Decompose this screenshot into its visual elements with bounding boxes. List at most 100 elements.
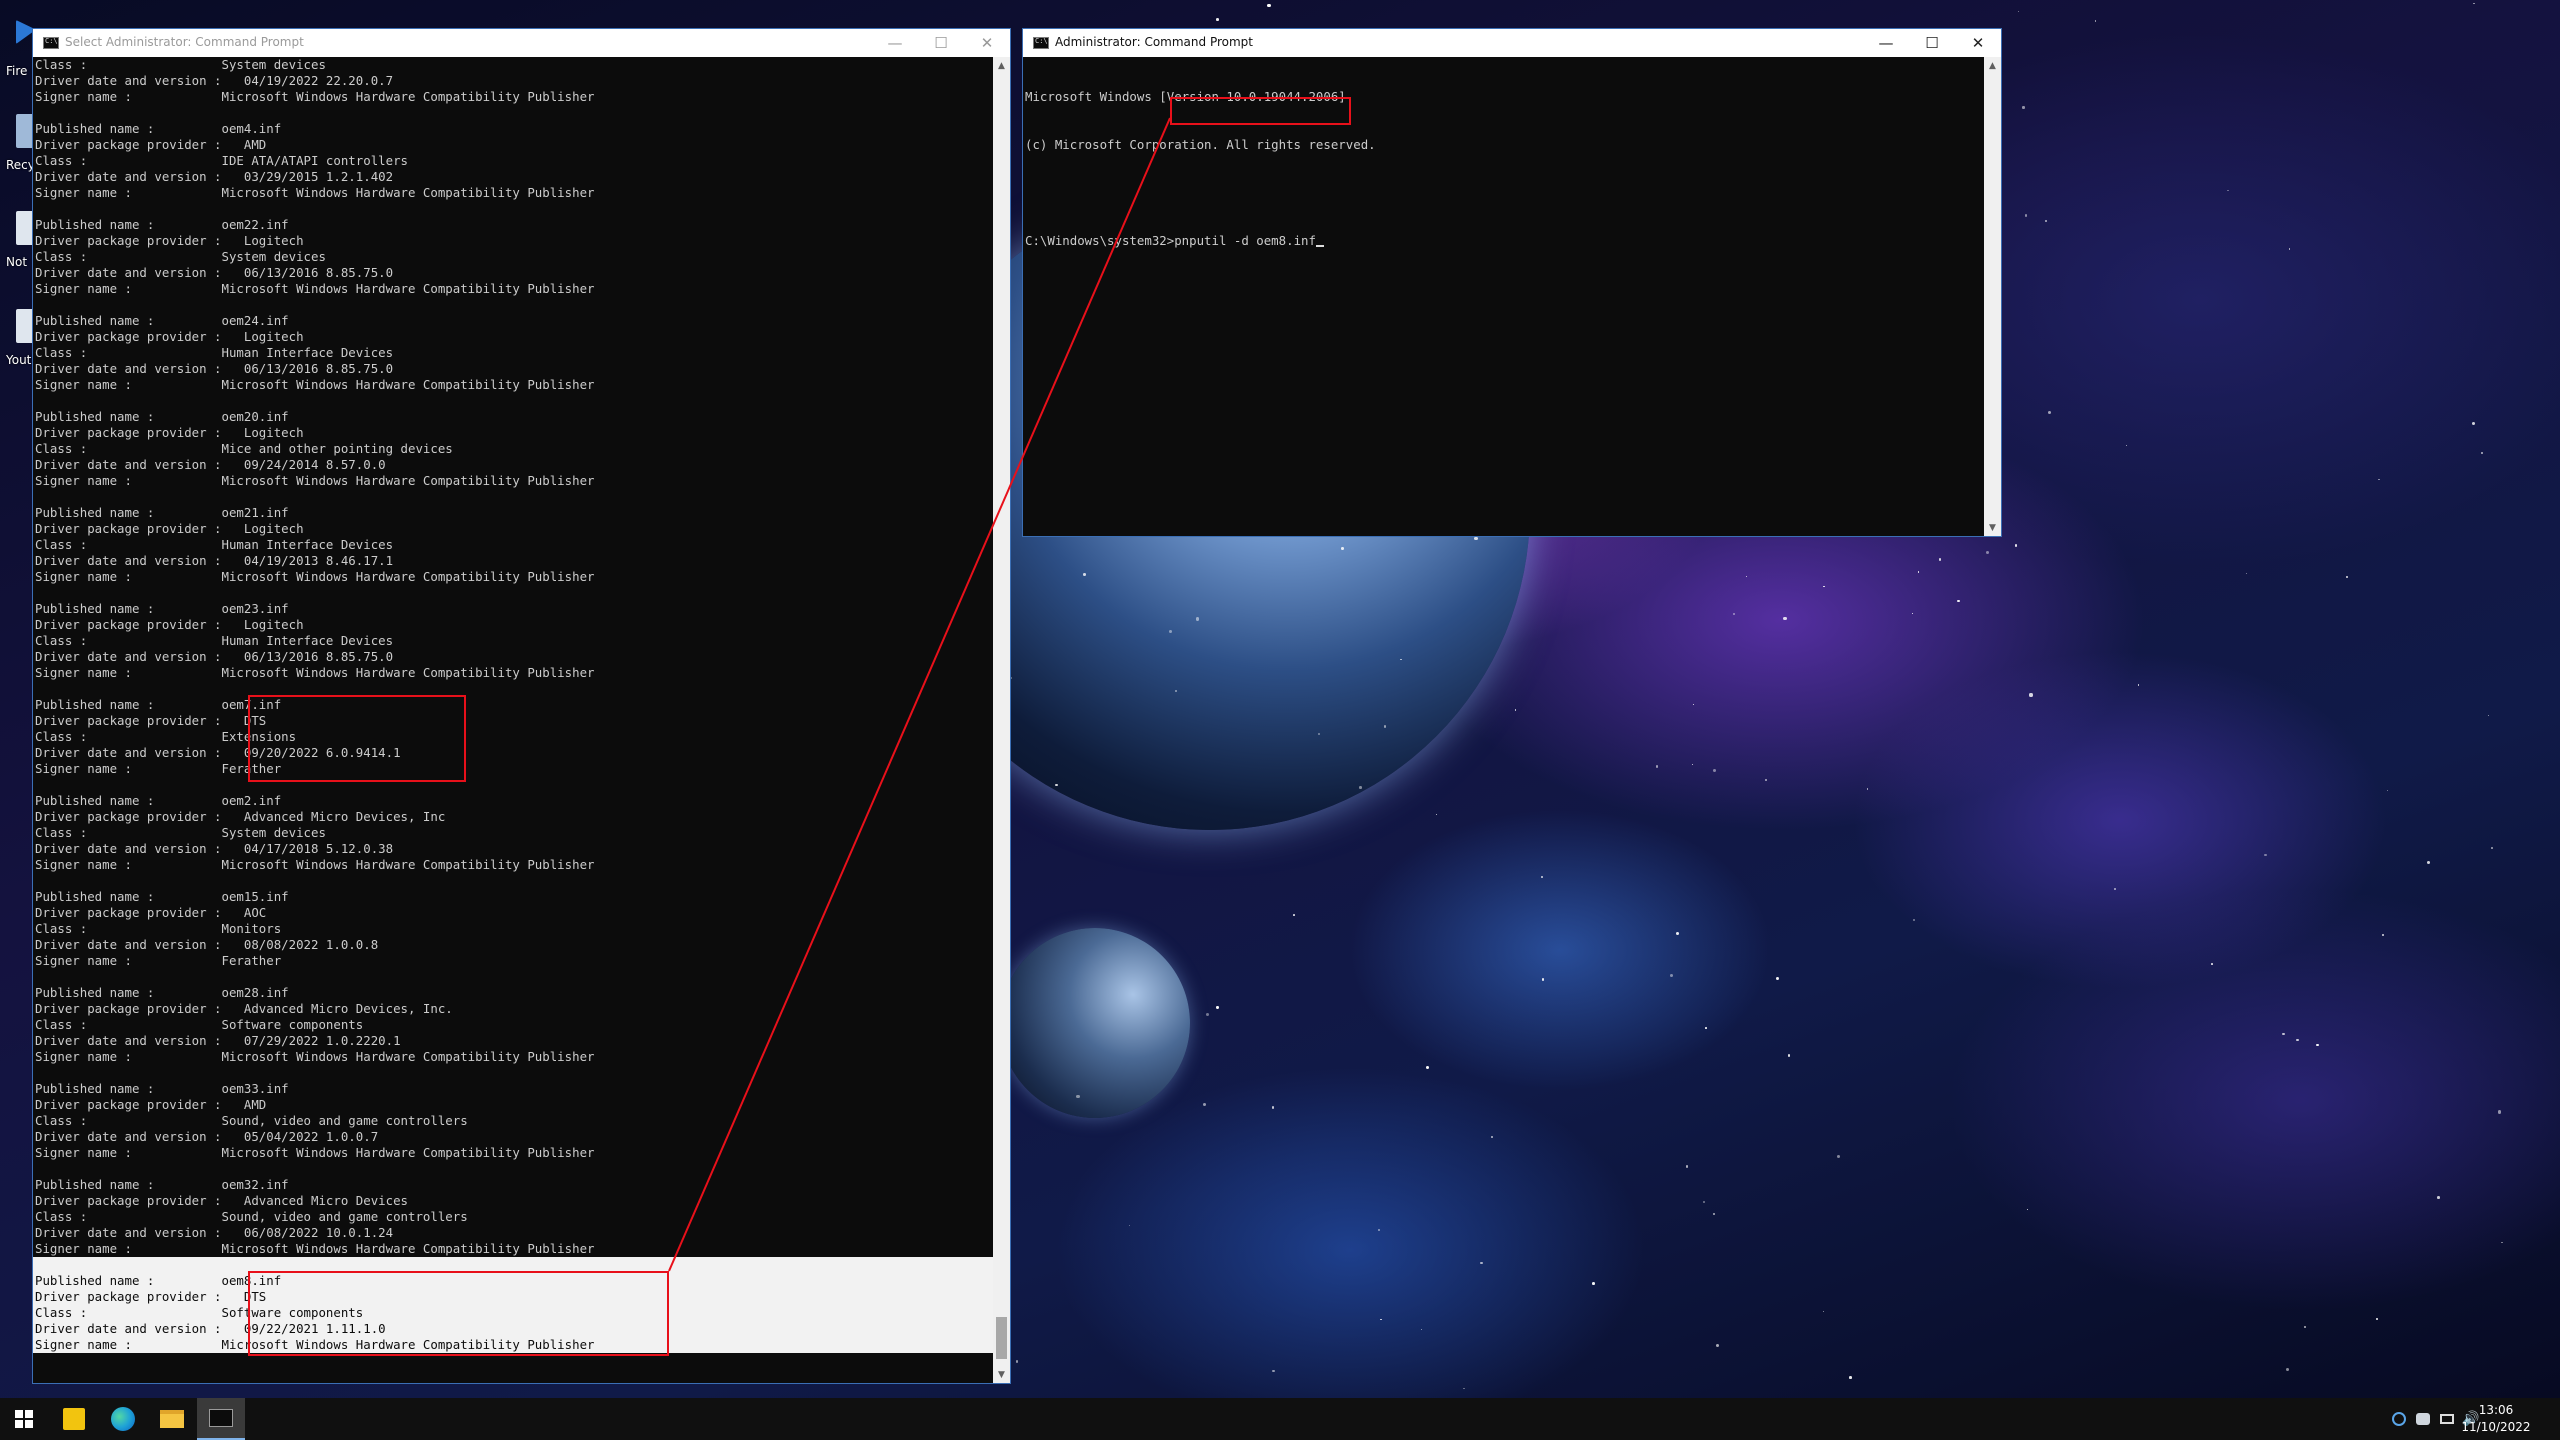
star	[1823, 1310, 1825, 1313]
console-line: Signer name : Microsoft Windows Hardware…	[35, 665, 595, 680]
tray-steam[interactable]	[2388, 1398, 2410, 1440]
taskbar-file-explorer[interactable]	[148, 1398, 196, 1440]
console-line-selected	[33, 1257, 993, 1273]
star	[1913, 918, 1916, 921]
taskbar-clock[interactable]: 13:06 11/10/2022	[2456, 1402, 2536, 1436]
star	[1787, 1054, 1791, 1057]
right-console-output[interactable]: Microsoft Windows [Version 10.0.19044.20…	[1023, 57, 1984, 536]
star	[1271, 1106, 1275, 1109]
console-line: Driver date and version : 09/24/2014 8.5…	[35, 457, 386, 472]
star	[1849, 1376, 1852, 1379]
star	[1380, 1318, 1382, 1321]
console-line: Class : Human Interface Devices	[35, 633, 394, 648]
right-window-titlebar[interactable]: Administrator: Command Prompt — ☐ ✕	[1023, 29, 2001, 57]
console-line: Driver date and version : 05/04/2022 1.0…	[35, 1129, 379, 1144]
tray-network[interactable]	[2436, 1398, 2458, 1440]
scroll-down-arrow-icon[interactable]: ▼	[993, 1366, 1010, 1383]
scroll-up-arrow-icon[interactable]: ▲	[1984, 57, 2001, 74]
star	[1705, 1027, 1707, 1029]
star	[2014, 544, 2018, 547]
star	[1216, 1006, 1219, 1009]
console-line: Driver date and version : 06/13/2016 8.8…	[35, 361, 394, 376]
minimize-button[interactable]: —	[1863, 29, 1909, 57]
console-line: Driver package provider : Advanced Micro…	[35, 1001, 453, 1016]
desktop-icon-youtube[interactable]: Yout	[0, 303, 36, 393]
right-console-scrollbar[interactable]: ▲ ▼	[1984, 57, 2001, 536]
taskbar-edge[interactable]	[99, 1398, 147, 1440]
star	[2024, 214, 2028, 217]
clock-date: 11/10/2022	[2461, 1420, 2531, 1434]
star	[1676, 932, 1680, 936]
star	[2026, 1208, 2029, 1211]
console-line: Driver package provider : AMD	[35, 1097, 267, 1112]
star	[1541, 978, 1545, 981]
star	[1015, 1360, 1019, 1363]
desktop-icon-label: Fire	[6, 64, 28, 78]
left-command-prompt-window[interactable]: Select Administrator: Command Prompt — ☐…	[32, 28, 1011, 1384]
star	[2427, 860, 2431, 864]
console-line: Published name : oem20.inf	[35, 409, 289, 424]
scroll-thumb[interactable]	[996, 1317, 1007, 1359]
desktop-icon-firefox[interactable]: Fire	[0, 14, 36, 104]
command-line[interactable]: C:\Windows\system32>pnputil -d oem8.inf	[1023, 233, 1984, 249]
star	[1215, 17, 1219, 21]
console-line: Driver package provider : Advanced Micro…	[35, 1193, 408, 1208]
star	[2227, 189, 2229, 192]
console-line: Class : Monitors	[35, 921, 282, 936]
desktop-icon-label: Yout	[6, 353, 32, 367]
star	[1480, 1261, 1483, 1265]
network-icon	[2440, 1414, 2454, 1424]
taskbar-sticky-notes[interactable]	[50, 1398, 98, 1440]
desktop-icon-recycle-bin[interactable]: Recy	[0, 108, 36, 198]
console-line: Signer name : Microsoft Windows Hardware…	[35, 1145, 595, 1160]
star	[2471, 421, 2476, 426]
maximize-button[interactable]: ☐	[918, 29, 964, 57]
star	[1776, 976, 1780, 980]
star	[1426, 1065, 1430, 1069]
command-prompt-icon	[1033, 37, 1049, 49]
console-line: Driver date and version : 06/08/2022 10.…	[35, 1225, 394, 1240]
close-button[interactable]: ✕	[964, 29, 1010, 57]
console-line: Microsoft Windows [Version 10.0.19044.20…	[1025, 89, 1346, 104]
desktop-icon-notepad[interactable]: Not	[0, 205, 36, 295]
console-line: Driver date and version : 04/19/2022 22.…	[35, 73, 394, 88]
star	[1866, 788, 1869, 790]
tray-network-users[interactable]	[2412, 1398, 2434, 1440]
star	[1272, 1370, 1275, 1373]
steam-icon	[2392, 1412, 2406, 1426]
console-line: Signer name : Microsoft Windows Hardware…	[35, 185, 595, 200]
start-button[interactable]	[0, 1398, 48, 1440]
star	[1917, 571, 1920, 573]
console-line: Driver package provider : Logitech	[35, 521, 304, 536]
star	[1377, 1228, 1380, 1232]
left-console-output[interactable]: Class : System devices Driver date and ve…	[33, 57, 993, 1383]
left-window-titlebar[interactable]: Select Administrator: Command Prompt — ☐…	[33, 29, 1010, 57]
console-line: Class : IDE ATA/ATAPI controllers	[35, 153, 408, 168]
scroll-down-arrow-icon[interactable]: ▼	[1984, 519, 2001, 536]
star	[1692, 703, 1694, 706]
taskbar-command-prompt[interactable]	[197, 1398, 245, 1440]
star	[2480, 451, 2484, 454]
star	[1685, 1165, 1688, 1168]
star	[1985, 550, 1989, 555]
star	[2304, 1325, 2307, 1328]
console-line: Signer name : Microsoft Windows Hardware…	[35, 473, 595, 488]
minimize-button[interactable]: —	[872, 29, 918, 57]
edge-icon	[111, 1407, 135, 1431]
star	[1205, 1012, 1210, 1016]
star	[1463, 1388, 1465, 1390]
close-button[interactable]: ✕	[1955, 29, 2001, 57]
console-line: Class : Software components	[35, 1017, 364, 1032]
right-command-prompt-window[interactable]: Administrator: Command Prompt — ☐ ✕ Micr…	[1022, 28, 2002, 537]
console-line: Driver package provider : Advanced Micro…	[35, 809, 446, 824]
console-line: Driver date and version : 09/20/2022 6.0…	[35, 745, 401, 760]
left-console-scrollbar[interactable]: ▲ ▼	[993, 57, 1010, 1383]
console-line: Published name : oem24.inf	[35, 313, 289, 328]
star	[1715, 1344, 1720, 1348]
star	[1765, 779, 1767, 781]
scroll-up-arrow-icon[interactable]: ▲	[993, 57, 1010, 74]
maximize-button[interactable]: ☐	[1909, 29, 1955, 57]
